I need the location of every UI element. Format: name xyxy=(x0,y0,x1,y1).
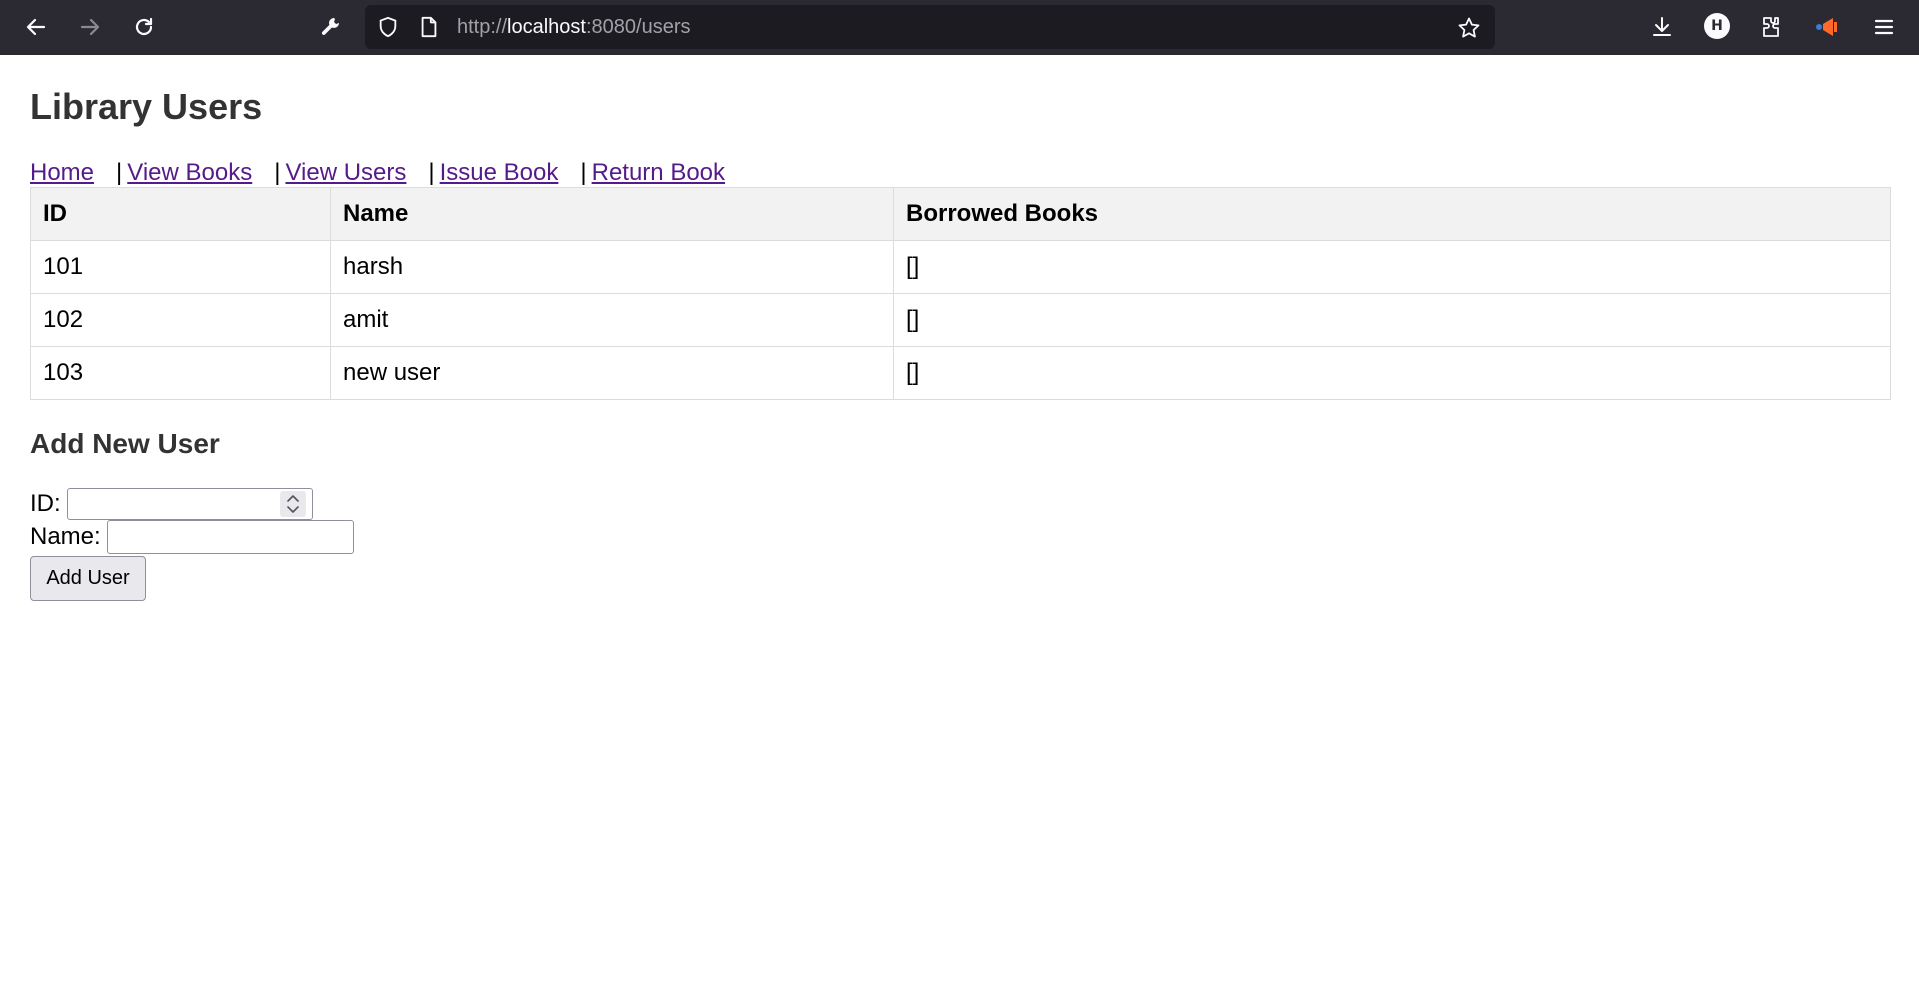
nav-separator: | xyxy=(274,159,281,186)
nav-view-books-link[interactable]: View Books xyxy=(127,159,252,186)
nav-return-book-link[interactable]: Return Book xyxy=(592,159,725,186)
column-header-id: ID xyxy=(30,187,331,241)
puzzle-icon[interactable] xyxy=(1751,7,1791,47)
nav-view-users-link[interactable]: View Users xyxy=(285,159,406,186)
url-bar[interactable]: http://localhost:8080/users xyxy=(365,5,1495,49)
id-label: ID: xyxy=(30,490,61,517)
nav-separator: | xyxy=(116,159,123,186)
back-arrow-icon[interactable] xyxy=(16,7,56,47)
name-field-row: Name: xyxy=(30,520,354,554)
browser-toolbar: http://localhost:8080/users H xyxy=(0,0,1919,55)
reload-icon[interactable] xyxy=(124,7,164,47)
name-label: Name: xyxy=(30,523,101,550)
cell-id: 101 xyxy=(30,240,331,294)
column-header-borrowed-books: Borrowed Books xyxy=(893,187,1891,241)
cell-name: harsh xyxy=(330,240,894,294)
number-spinner[interactable] xyxy=(279,491,306,517)
users-table: ID Name Borrowed Books 101 harsh [] 102 … xyxy=(30,187,1891,400)
nav-separator: | xyxy=(428,159,435,186)
cell-name: amit xyxy=(330,293,894,347)
cell-id: 103 xyxy=(30,346,331,400)
profile-avatar[interactable]: H xyxy=(1704,13,1730,39)
id-field-row: ID: xyxy=(30,488,313,520)
nav-links: Home | View Books | View Users | Issue Book | Re… xyxy=(30,159,725,187)
shield-icon[interactable] xyxy=(377,16,399,38)
url-text[interactable]: http://localhost:8080/users xyxy=(457,5,690,49)
table-header-row: ID Name Borrowed Books xyxy=(30,187,1891,241)
table-row: 102 amit [] xyxy=(30,293,1891,347)
table-row: 101 harsh [] xyxy=(30,240,1891,294)
hamburger-menu-icon[interactable] xyxy=(1864,7,1904,47)
page-title: Library Users xyxy=(30,86,263,127)
cell-name: new user xyxy=(330,346,894,400)
id-number-field[interactable] xyxy=(66,488,313,520)
id-input[interactable] xyxy=(67,489,280,520)
wrench-icon[interactable] xyxy=(311,7,351,47)
cell-borrowed-books: [] xyxy=(893,293,1891,347)
nav-issue-book-link[interactable]: Issue Book xyxy=(440,159,559,186)
cell-borrowed-books: [] xyxy=(893,346,1891,400)
megaphone-icon[interactable] xyxy=(1807,7,1847,47)
name-input[interactable] xyxy=(106,520,354,554)
page-icon xyxy=(419,16,439,38)
nav-home-link[interactable]: Home xyxy=(30,159,94,186)
nav-separator: | xyxy=(580,159,587,186)
cell-id: 102 xyxy=(30,293,331,347)
add-user-button[interactable]: Add User xyxy=(30,556,146,601)
download-icon[interactable] xyxy=(1642,7,1682,47)
cell-borrowed-books: [] xyxy=(893,240,1891,294)
column-header-name: Name xyxy=(330,187,894,241)
add-user-heading: Add New User xyxy=(30,428,220,459)
forward-arrow-icon[interactable] xyxy=(70,7,110,47)
star-icon[interactable] xyxy=(1457,16,1481,40)
table-row: 103 new user [] xyxy=(30,346,1891,400)
